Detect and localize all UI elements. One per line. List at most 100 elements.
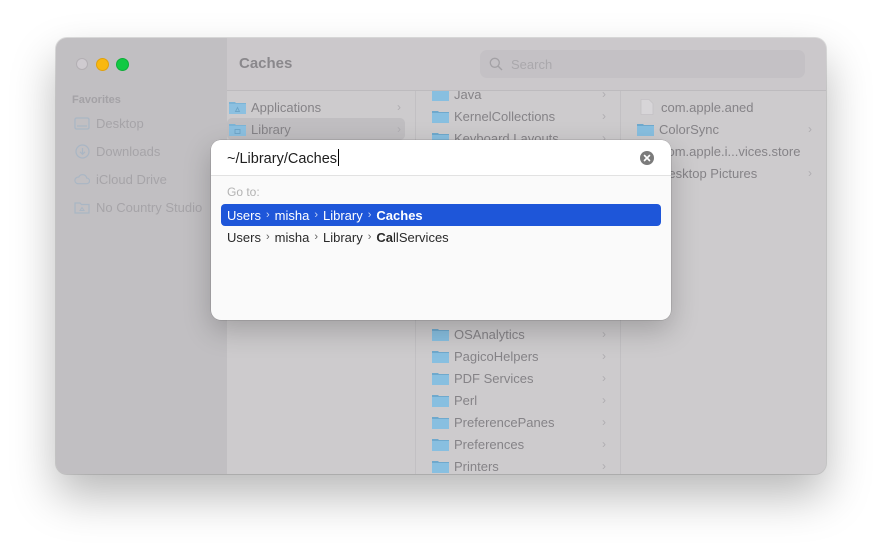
chevron-right-icon: › bbox=[602, 91, 606, 101]
sidebar-item-downloads[interactable]: Downloads bbox=[74, 141, 160, 161]
clear-button[interactable] bbox=[640, 151, 654, 165]
column-item-label: PDF Services bbox=[454, 370, 534, 386]
cloud-icon bbox=[74, 172, 90, 186]
path-input-area: ~/Library/Caches bbox=[211, 140, 671, 176]
path-input-value: ~/Library/Caches bbox=[227, 151, 338, 167]
close-icon bbox=[643, 154, 651, 162]
match-bold: Ca bbox=[376, 229, 394, 245]
column-item[interactable]: Printers › bbox=[416, 455, 620, 474]
column-item[interactable]: Perl › bbox=[416, 389, 620, 411]
path-separator: › bbox=[367, 231, 372, 243]
column-item-label: Perl bbox=[454, 392, 478, 408]
column-item-label: Java bbox=[454, 91, 482, 102]
column-item-label: Library bbox=[251, 121, 291, 137]
sidebar-item-icloud-drive[interactable]: iCloud Drive bbox=[74, 169, 167, 189]
path-separator: › bbox=[265, 231, 270, 243]
path-segment: Library bbox=[322, 207, 363, 223]
chevron-right-icon: › bbox=[397, 122, 401, 136]
desktop-icon bbox=[74, 116, 90, 130]
folder-icon bbox=[432, 438, 449, 451]
chevron-right-icon: › bbox=[602, 415, 606, 429]
folder-icon bbox=[432, 91, 449, 101]
column-item-label: ColorSync bbox=[659, 121, 719, 137]
text-caret bbox=[338, 149, 340, 166]
chevron-right-icon: › bbox=[808, 166, 812, 180]
path-segment: misha bbox=[274, 207, 310, 223]
maximize-button[interactable] bbox=[116, 58, 129, 71]
folder-icon bbox=[432, 394, 449, 407]
path-separator: › bbox=[265, 209, 270, 221]
column-item-label: Printers bbox=[454, 458, 499, 474]
folder-icon bbox=[637, 123, 654, 136]
suggestion-item[interactable]: Users › misha › Library › Caches bbox=[221, 204, 661, 226]
chevron-right-icon: › bbox=[602, 327, 606, 341]
column-item[interactable]: PagicoHelpers › bbox=[416, 345, 620, 367]
path-segment: Users bbox=[227, 229, 261, 245]
column-item-library[interactable]: Library › bbox=[227, 118, 405, 140]
column-item-label: Applications bbox=[251, 99, 322, 115]
match-bold-2: ces bbox=[428, 229, 449, 245]
path-match: Caches bbox=[376, 207, 423, 223]
path-segment: misha bbox=[274, 229, 310, 245]
suggestion-item[interactable]: Users › misha › Library › CallServices bbox=[221, 226, 661, 248]
column-item[interactable]: Java › bbox=[416, 91, 620, 105]
path-match-label: CallServices bbox=[376, 230, 448, 245]
downloads-icon bbox=[74, 143, 90, 159]
column-item[interactable]: Preferences › bbox=[416, 433, 620, 455]
toolbar: Caches Search bbox=[227, 38, 826, 91]
column-item[interactable]: PreferencePanes › bbox=[416, 411, 620, 433]
column-item-applications[interactable]: Applications › bbox=[227, 96, 415, 118]
path-segment: Library bbox=[322, 229, 363, 245]
column-item[interactable]: KernelCollections › bbox=[416, 105, 620, 127]
sidebar-item-no-country-studio[interactable]: No Country Studio bbox=[74, 197, 202, 217]
goto-folder-dialog: ~/Library/Caches Go to: Users › misha › … bbox=[211, 140, 671, 320]
path-separator: › bbox=[314, 231, 318, 243]
chevron-right-icon: › bbox=[602, 437, 606, 451]
chevron-right-icon: › bbox=[602, 371, 606, 385]
folder-icon bbox=[229, 123, 246, 136]
match-normal-2: Servi bbox=[398, 229, 429, 245]
goto-label: Go to: bbox=[227, 185, 260, 199]
column-item-label: PagicoHelpers bbox=[454, 348, 539, 364]
chevron-right-icon: › bbox=[602, 349, 606, 363]
close-button[interactable] bbox=[76, 58, 88, 70]
search-placeholder: Search bbox=[511, 56, 553, 72]
path-input[interactable]: ~/Library/Caches bbox=[227, 149, 340, 167]
column-item[interactable]: com.apple.aned bbox=[621, 96, 826, 118]
column-item[interactable]: ColorSync › bbox=[621, 118, 826, 140]
path-separator: › bbox=[367, 209, 372, 221]
folder-icon bbox=[432, 460, 449, 473]
search-field[interactable]: Search bbox=[480, 50, 805, 78]
column-item-label: com.apple.i...vices.store bbox=[661, 143, 801, 159]
column-item-label: Preferences bbox=[454, 436, 525, 452]
folder-icon bbox=[432, 350, 449, 363]
window-title: Caches bbox=[239, 55, 293, 72]
folder-icon bbox=[432, 416, 449, 429]
chevron-right-icon: › bbox=[397, 100, 401, 114]
chevron-right-icon: › bbox=[602, 459, 606, 473]
folder-icon bbox=[229, 101, 246, 114]
column-item[interactable]: OSAnalytics › bbox=[416, 323, 620, 345]
sidebar: Favorites Desktop Downloads iCloud Drive… bbox=[56, 38, 227, 474]
column-item-label: Desktop Pictures bbox=[659, 165, 758, 181]
sidebar-item-label: Desktop bbox=[96, 115, 144, 131]
sidebar-item-label: iCloud Drive bbox=[96, 171, 167, 187]
chevron-right-icon: › bbox=[808, 122, 812, 136]
file-icon bbox=[640, 99, 654, 115]
sidebar-item-label: No Country Studio bbox=[96, 199, 203, 215]
path-segment: Users bbox=[227, 207, 261, 223]
minimize-button[interactable] bbox=[96, 58, 109, 71]
column-item-label: PreferencePanes bbox=[454, 414, 555, 430]
folder-icon bbox=[74, 200, 90, 214]
column-item-label: KernelCollections bbox=[454, 108, 556, 124]
folder-icon bbox=[432, 372, 449, 385]
column-item[interactable]: PDF Services › bbox=[416, 367, 620, 389]
path-separator: › bbox=[314, 209, 318, 221]
folder-icon bbox=[432, 110, 449, 123]
sidebar-item-desktop[interactable]: Desktop bbox=[74, 113, 144, 133]
column-item-label: OSAnalytics bbox=[454, 326, 525, 342]
chevron-right-icon: › bbox=[602, 109, 606, 123]
sidebar-item-label: Downloads bbox=[96, 143, 161, 159]
folder-icon bbox=[432, 328, 449, 341]
column-item-label: com.apple.aned bbox=[661, 99, 754, 115]
